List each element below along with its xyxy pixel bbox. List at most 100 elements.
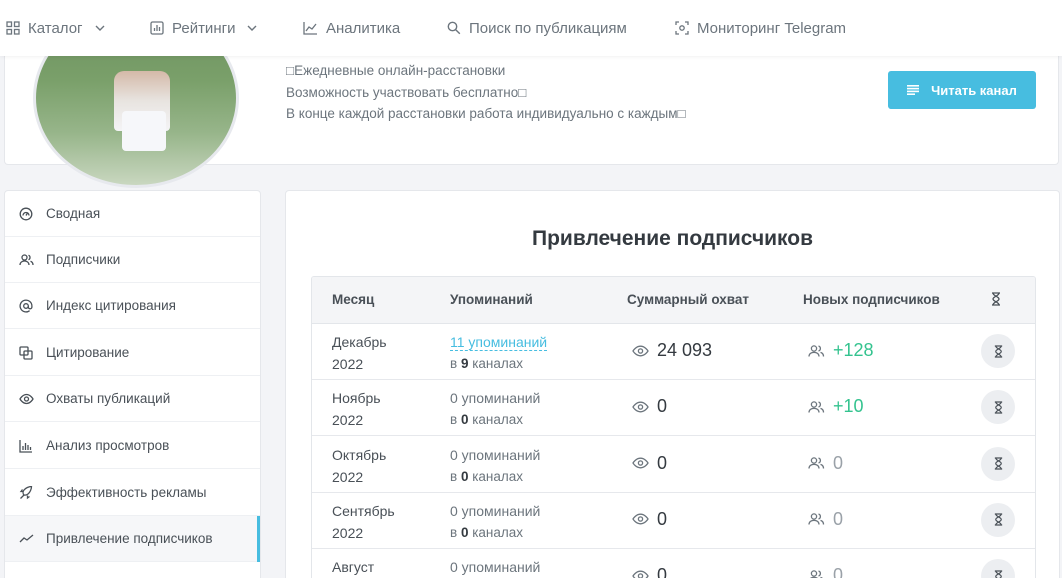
month-name: Декабрь (332, 334, 387, 350)
new-subscribers-value: +10 (833, 396, 864, 417)
table-row: Декабрь 2022 11 упоминаний в 9 каналах 24 09… (312, 324, 1035, 380)
row-history-button[interactable] (981, 502, 1015, 537)
row-history-button[interactable] (981, 446, 1015, 481)
mentions-cell: 0 упоминанийв 0 каналах (450, 387, 540, 431)
rocket-icon (19, 485, 33, 499)
sidebar-item-label: Охваты публикаций (46, 391, 171, 406)
month-name: Сентябрь (332, 502, 395, 519)
top-navigation: Каталог Рейтинги Аналитика Поиск по публ… (0, 0, 1062, 56)
month-year: 2022 (332, 356, 364, 372)
column-header-new-subscribers: Новых подписчиков (803, 292, 940, 307)
sidebar-item-subscribers[interactable]: Подписчики (5, 237, 260, 283)
users-icon (19, 253, 34, 265)
chevron-down-icon (95, 25, 105, 31)
eye-icon (632, 401, 649, 413)
reach-value: 24 093 (657, 340, 713, 360)
nav-item-monitoring[interactable]: Мониторинг Telegram (675, 0, 846, 56)
channels-count: в 0 каналах (450, 524, 524, 540)
sidebar-item-citation[interactable]: Цитирование (5, 330, 260, 376)
sidebar-item-label: Цитирование (46, 345, 130, 360)
users-icon (808, 513, 825, 525)
mentions-cell: 0 упоминаний в 0 каналах (450, 500, 540, 544)
table-header: Месяц Упоминаний Суммарный охват Новых п… (312, 277, 1035, 324)
mentions-count: 0 упоминаний (450, 446, 541, 463)
at-icon (19, 299, 33, 313)
reach-cell: 24 093 (632, 340, 712, 361)
sidebar: Сводная Подписчики Индекс цитирования Ци… (4, 190, 261, 578)
month-cell: Август2022 (332, 556, 422, 578)
page-title: Привлечение подписчиков (531, 227, 814, 250)
hourglass-icon (994, 513, 1002, 526)
sidebar-item-ad-efficiency[interactable]: Эффективность рекламы (5, 470, 260, 516)
mentions-count: 0 упоминаний (450, 502, 541, 519)
nav-item-label: Поиск по публикациям (469, 19, 627, 37)
reach-cell: 0 (632, 509, 667, 530)
bar-chart-icon (19, 439, 32, 453)
trend-icon (19, 534, 34, 542)
nav-item-analytics[interactable]: Аналитика (303, 0, 400, 56)
nav-item-label: Аналитика (326, 19, 401, 37)
new-subscribers-value: 0 (833, 508, 844, 529)
month-name: Октябрь (332, 446, 387, 463)
channel-profile-card: □Ежедневные онлайн-расстановки Возможнос… (4, 8, 1059, 188)
row-history-button[interactable] (981, 559, 1015, 578)
month-cell: Сентябрь 2022 (332, 500, 422, 544)
nav-item-search[interactable]: Поиск по публикациям (447, 0, 627, 56)
sidebar-item-subscriber-acquisition[interactable]: Привлечение подписчиков (5, 516, 260, 562)
sidebar-item-label: Индекс цитирования (46, 298, 176, 313)
table-row: Октябрь 2022 0 упоминаний в 0 каналах 0 0 (312, 437, 1035, 493)
eye-icon (19, 393, 34, 404)
row-history-button[interactable] (981, 334, 1015, 368)
reach-value: 0 (657, 452, 668, 473)
mentions-cell: 11 упоминаний в 9 каналах (450, 331, 548, 375)
table-row: Ноябрь 2022 0 упоминаний в 0 каналах 0 +10 (312, 380, 1035, 437)
list-icon (907, 85, 920, 95)
channels-count: в 9 каналах (450, 356, 524, 371)
mentions-count: 0 упоминаний (450, 559, 541, 576)
mentions-count: 0 упоминаний (450, 390, 541, 407)
new-subscribers-value: 0 (833, 565, 844, 578)
column-header-mentions: Упоминаний (450, 292, 533, 307)
sidebar-item-label: Эффективность рекламы (46, 485, 207, 500)
month-year: 2022 (332, 468, 364, 485)
nav-item-ratings[interactable]: Рейтинги (150, 0, 257, 56)
row-history-button[interactable] (981, 390, 1015, 425)
sidebar-item-label: Привлечение подписчиков (46, 531, 213, 546)
new-subscribers-value: 0 (833, 452, 844, 473)
read-channel-button[interactable]: Читать канал (888, 71, 1036, 109)
month-year: 2022 (332, 524, 364, 541)
nav-item-label: Каталог (28, 19, 83, 37)
new-subscribers-cell: 0 (808, 509, 843, 530)
mentions-cell: 0 упоминанийв 0 каналах (450, 556, 540, 578)
channel-description: □Ежедневные онлайн-расстановки Возможнос… (286, 60, 686, 125)
description-line: □Ежедневные онлайн-расстановки (286, 63, 506, 78)
chevron-down-icon (247, 25, 257, 31)
users-icon (808, 457, 825, 469)
description-line: В конце каждой расстановки работа индиви… (286, 106, 686, 121)
radar-icon (675, 21, 689, 35)
hourglass-icon (994, 457, 1002, 470)
month-cell: Октябрь 2022 (332, 444, 422, 488)
sidebar-item-citation-index[interactable]: Индекс цитирования (5, 283, 260, 329)
eye-icon (632, 457, 649, 469)
line-chart-icon (303, 22, 317, 35)
eye-icon (632, 513, 649, 525)
sidebar-item-label: Сводная (46, 206, 101, 221)
reach-value: 0 (657, 508, 668, 529)
sidebar-item-reach[interactable]: Охваты публикаций (5, 376, 260, 422)
month-cell: Декабрь 2022 (332, 331, 422, 375)
column-header-reach: Суммарный охват (627, 292, 750, 307)
sidebar-item-views-analysis[interactable]: Анализ просмотров (5, 423, 260, 469)
users-icon (808, 344, 825, 357)
month-name: Август (332, 559, 375, 576)
grid-icon (6, 21, 20, 35)
hourglass-icon (992, 292, 1000, 306)
quote-icon (19, 345, 33, 360)
nav-item-catalog[interactable]: Каталог (6, 0, 105, 56)
description-line: Возможность участвовать бесплатно□ (286, 84, 527, 100)
users-icon (809, 569, 824, 578)
mentions-count-link[interactable]: 11 упоминаний (450, 334, 548, 351)
sidebar-item-summary[interactable]: Сводная (5, 191, 260, 237)
hourglass-icon (994, 344, 1002, 358)
month-name: Ноябрь (332, 390, 381, 407)
